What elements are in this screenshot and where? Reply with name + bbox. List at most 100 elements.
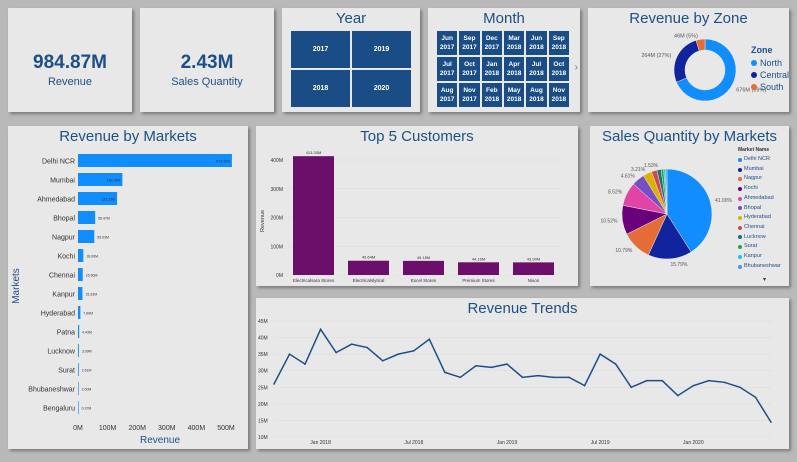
- customer-bar-premium-stores[interactable]: [458, 262, 499, 275]
- market-bar-bengaluru[interactable]: [78, 401, 79, 414]
- trend-point-2017-11[interactable]: [288, 353, 291, 355]
- zone-legend-item-north[interactable]: North: [751, 57, 789, 69]
- legend-label: Bhopal: [744, 204, 762, 211]
- legend-label: Ahmedabad: [744, 194, 774, 201]
- month-option-jul-2017[interactable]: Jul 2017: [436, 56, 459, 82]
- customer-bar-excel-stores[interactable]: [403, 260, 444, 275]
- zone-legend-item-central[interactable]: Central: [751, 69, 789, 81]
- month-option-mar-2018[interactable]: Mar 2018: [503, 30, 526, 56]
- year-option-2017[interactable]: 2017: [290, 30, 351, 69]
- customer-bar-nixon[interactable]: [513, 262, 554, 275]
- customer-bar-electricalsara-stores[interactable]: [293, 156, 334, 275]
- month-option-aug-2017[interactable]: Aug 2017: [436, 82, 459, 108]
- market-bar-hyderabad[interactable]: [78, 306, 81, 319]
- year-option-2020[interactable]: 2020: [351, 69, 412, 108]
- month-scroll-right-icon[interactable]: ›: [575, 62, 578, 73]
- trend-point-2018-07[interactable]: [412, 350, 415, 352]
- qty-legend-more-icon[interactable]: ▾: [763, 276, 766, 283]
- qty-legend-item-bhubaneshwar[interactable]: Bhubaneshwar: [738, 262, 781, 272]
- month-option-jul-2018[interactable]: Jul 2018: [525, 56, 548, 82]
- customer-bar-electricalslytical[interactable]: [348, 260, 389, 275]
- qty-legend-item-nagpur[interactable]: Nagpur: [738, 174, 781, 184]
- month-option-dec-2017[interactable]: Dec 2017: [480, 30, 503, 56]
- trend-point-2020-04[interactable]: [739, 386, 741, 389]
- market-bar-chennai[interactable]: [78, 268, 83, 281]
- market-bar-patna[interactable]: [78, 325, 80, 338]
- market-bar-bhopal[interactable]: [78, 211, 96, 224]
- trend-point-2018-08[interactable]: [428, 338, 431, 341]
- market-bar-kanpur[interactable]: [78, 287, 83, 300]
- month-option-sep-2017[interactable]: Sep 2017: [458, 30, 481, 56]
- qty-legend-item-bhopal[interactable]: Bhopal: [738, 204, 781, 214]
- trend-point-2018-05[interactable]: [381, 359, 384, 362]
- month-option-nov-2018[interactable]: Nov 2018: [547, 82, 570, 108]
- trend-point-2018-12[interactable]: [490, 366, 493, 369]
- month-option-nov-2017[interactable]: Nov 2017: [458, 82, 481, 108]
- month-option-may-2018[interactable]: May 2018: [503, 82, 526, 108]
- trend-point-2019-08[interactable]: [614, 363, 617, 365]
- trend-point-2018-04[interactable]: [366, 346, 368, 349]
- trend-point-2019-11[interactable]: [661, 379, 664, 382]
- trend-point-2020-02[interactable]: [708, 379, 710, 382]
- trend-y-tick: 15M: [258, 418, 268, 424]
- legend-label: Kochi: [744, 185, 758, 192]
- month-option-apr-2018[interactable]: Apr 2018: [503, 56, 526, 82]
- trend-point-2019-04[interactable]: [552, 376, 555, 379]
- market-bar-surat[interactable]: [78, 363, 79, 376]
- trend-point-2019-03[interactable]: [537, 374, 539, 377]
- qty-legend-item-surat[interactable]: Surat: [738, 242, 781, 252]
- trend-point-2018-09[interactable]: [444, 371, 446, 374]
- month-option-oct-2017[interactable]: Oct 2017: [458, 56, 481, 82]
- trend-point-2019-12[interactable]: [677, 394, 679, 397]
- month-option-jan-2018[interactable]: Jan 2018: [480, 56, 503, 82]
- revenue-trend-line[interactable]: [273, 327, 772, 423]
- year-option-2019[interactable]: 2019: [351, 30, 412, 69]
- month-option-feb-2018[interactable]: Feb 2018: [480, 82, 503, 108]
- trend-point-2019-01[interactable]: [506, 363, 508, 365]
- market-bar-delhi-ncr[interactable]: [78, 154, 232, 167]
- trend-point-2017-10[interactable]: [273, 383, 275, 385]
- trend-point-2018-10[interactable]: [459, 376, 462, 379]
- qty-legend-item-delhi-ncr[interactable]: Delhi NCR: [738, 155, 781, 165]
- legend-dot-icon: [738, 206, 742, 211]
- month-option-jun-2017[interactable]: Jun 2017: [436, 30, 459, 56]
- trend-point-2019-02[interactable]: [521, 376, 524, 379]
- market-bar-bhubaneshwar[interactable]: [78, 382, 79, 395]
- month-option-jun-2018[interactable]: Jun 2018: [525, 30, 548, 56]
- qty-legend-item-hyderabad[interactable]: Hyderabad: [738, 213, 781, 223]
- trend-point-2017-12[interactable]: [304, 363, 306, 365]
- trend-point-2019-07[interactable]: [599, 353, 601, 355]
- trend-point-2019-10[interactable]: [645, 379, 648, 382]
- zone-slice-central[interactable]: [673, 40, 700, 83]
- qty-legend-item-mumbai[interactable]: Mumbai: [738, 165, 781, 175]
- market-bar-nagpur[interactable]: [78, 230, 95, 243]
- trend-point-2018-03[interactable]: [350, 343, 353, 345]
- qty-legend-item-chennai[interactable]: Chennai: [738, 223, 781, 233]
- qty-legend-item-lucknow[interactable]: Lucknow: [738, 233, 781, 243]
- market-bar-kochi[interactable]: [78, 249, 84, 262]
- customer-y-tick: 200M: [270, 216, 283, 222]
- market-bar-lucknow[interactable]: [78, 344, 79, 357]
- qty-legend-item-ahmedabad[interactable]: Ahmedabad: [738, 194, 781, 204]
- quantity-kpi-card: 2.43M Sales Quantity: [140, 8, 274, 112]
- trend-point-2020-03[interactable]: [723, 381, 726, 384]
- trend-point-2020-01[interactable]: [692, 384, 695, 387]
- zone-legend-item-south[interactable]: South: [751, 81, 789, 93]
- trend-point-2019-09[interactable]: [630, 386, 633, 389]
- trend-point-2018-06[interactable]: [397, 353, 400, 355]
- qty-legend-item-kanpur[interactable]: Kanpur: [738, 252, 781, 262]
- trend-point-2019-05[interactable]: [568, 376, 570, 379]
- qty-legend-item-kochi[interactable]: Kochi: [738, 184, 781, 194]
- trend-y-tick: 10M: [258, 435, 268, 441]
- year-option-2018[interactable]: 2018: [290, 69, 351, 108]
- trend-point-2018-11[interactable]: [475, 364, 477, 367]
- trend-point-2019-06[interactable]: [583, 384, 586, 387]
- month-option-aug-2018[interactable]: Aug 2018: [525, 82, 548, 108]
- trend-point-2018-01[interactable]: [319, 328, 322, 331]
- month-option-oct-2018[interactable]: Oct 2018: [547, 56, 570, 82]
- trend-point-2018-02[interactable]: [335, 351, 337, 354]
- month-option-sep-2018[interactable]: Sep 2018: [547, 30, 570, 56]
- trend-point-2020-05[interactable]: [754, 396, 757, 399]
- trend-point-2020-06[interactable]: [770, 421, 772, 423]
- trend-x-tick: Jan 2019: [497, 440, 518, 446]
